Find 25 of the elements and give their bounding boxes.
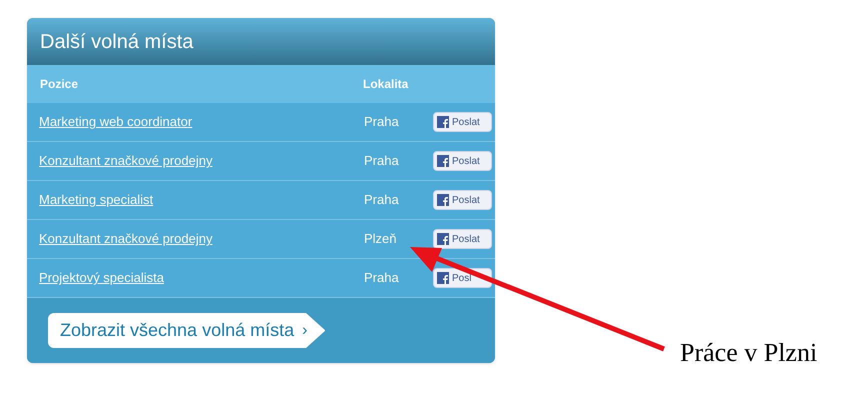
location-text: Praha [364,191,400,210]
facebook-icon [437,155,449,167]
share-button[interactable]: Poslat [433,229,492,249]
facebook-icon [437,233,449,245]
job-link[interactable]: Projektový specialista [39,268,364,288]
job-link[interactable]: Marketing web coordinator [39,112,364,132]
location-text: Praha [364,113,400,132]
column-header: Pozice [40,76,80,93]
column-header: Lokalita [363,76,408,93]
location-text: Plzeň [364,230,398,248]
arrow-icon [408,244,666,352]
job-link[interactable]: Marketing specialist [39,190,364,210]
share-button[interactable]: Poslat [433,190,492,210]
location-text: Praha [364,269,400,288]
facebook-icon [437,116,449,128]
panel-title: Další volná místa [40,30,194,54]
share-button[interactable]: Poslat [433,112,492,132]
facebook-icon [437,194,449,206]
job-link[interactable]: Konzultant značkové prodejny [39,229,364,249]
job-link[interactable]: Konzultant značkové prodejny [39,151,364,171]
location-text: Praha [364,152,400,170]
show-all-button[interactable]: Zobrazit všechna volná místa › [48,313,326,348]
annotation-text: Práce v Plzni [680,337,818,369]
facebook-icon [437,272,449,284]
share-button[interactable]: Poslat [433,151,492,171]
